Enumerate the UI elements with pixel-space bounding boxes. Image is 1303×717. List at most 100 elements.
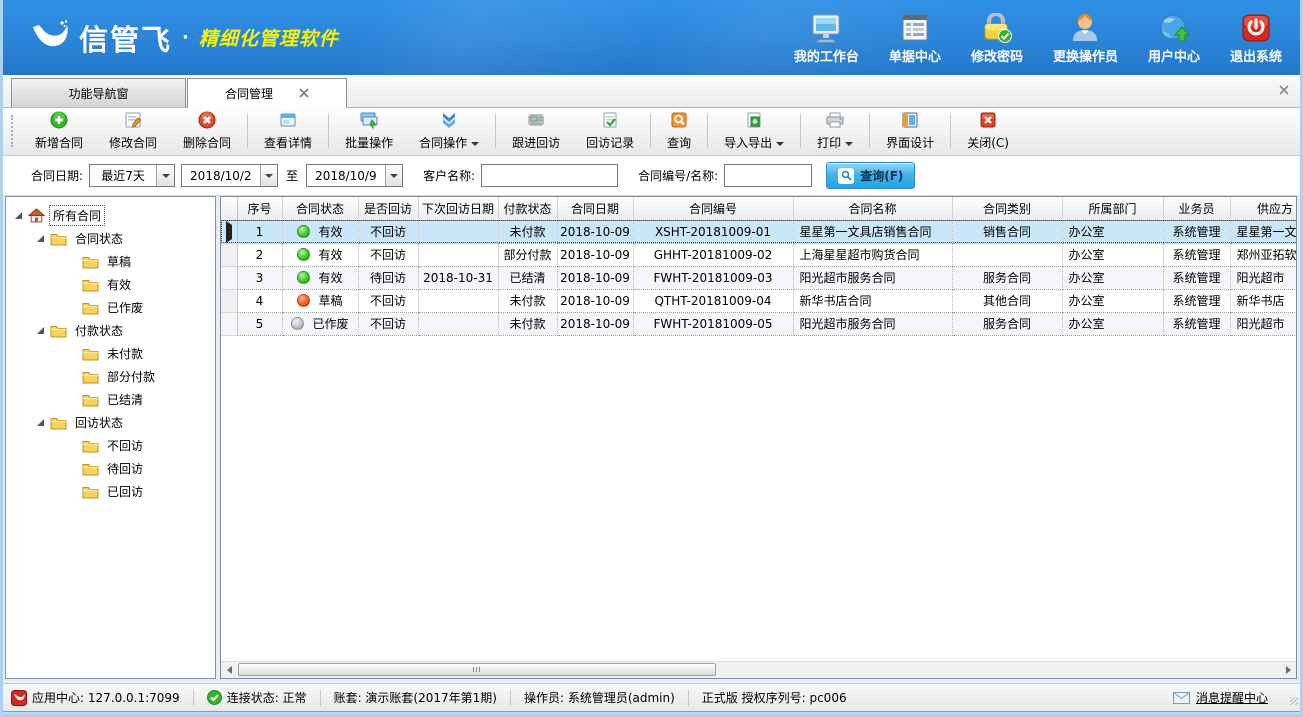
tree-group-contract-status[interactable]: 合同状态 <box>6 227 215 250</box>
resize-grip[interactable] <box>1290 697 1298 705</box>
col-contract-type[interactable]: 合同类别 <box>952 197 1062 220</box>
tree-item-voided[interactable]: 已作废 <box>6 296 215 319</box>
tree-item-pending-visit[interactable]: 待回访 <box>6 457 215 480</box>
scrollbar-thumb[interactable] <box>238 663 716 676</box>
nav-change-password[interactable]: 修改密码 <box>971 11 1023 65</box>
col-contract-status[interactable]: 合同状态 <box>282 197 358 220</box>
message-center[interactable]: 消息提醒中心 <box>1173 689 1294 706</box>
document-center-icon <box>899 11 931 43</box>
search-button[interactable]: 查询(F) <box>826 162 915 189</box>
nav-label: 更换操作员 <box>1053 46 1118 65</box>
tabstrip-close-icon[interactable] <box>1276 82 1292 98</box>
delete-contract-button[interactable]: 删除合同 <box>170 110 244 152</box>
tree-item-label: 已作废 <box>104 298 146 317</box>
batch-operation-button[interactable]: 批量操作 <box>332 110 406 152</box>
connection-text: 连接状态: 正常 <box>227 689 307 706</box>
date-range-preset-select[interactable]: 最近7天 <box>89 164 175 187</box>
nav-my-workbench[interactable]: 我的工作台 <box>794 11 859 65</box>
account-text: 账套: 演示账套(2017年第1期) <box>334 689 497 706</box>
exit-power-icon <box>1241 11 1271 43</box>
follow-up-visit-button[interactable]: 跟进回访 <box>499 110 573 152</box>
toolbar-separator <box>328 114 329 148</box>
current-row-arrow-icon <box>226 221 232 243</box>
ui-design-button[interactable]: 界面设计 <box>873 110 947 152</box>
toolbar-separator <box>950 114 951 148</box>
date-to-picker[interactable]: 2018/10/9 <box>306 164 403 187</box>
app-header: 信管飞 · 精细化管理软件 我的工作台 <box>3 0 1300 75</box>
tab-close-icon[interactable] <box>299 87 309 101</box>
tree-group-visit-status[interactable]: 回访状态 <box>6 411 215 434</box>
print-button[interactable]: 打印 <box>804 110 866 152</box>
tree-item-unpaid[interactable]: 未付款 <box>6 342 215 365</box>
tree-group-payment-status[interactable]: 付款状态 <box>6 319 215 342</box>
edit-contract-button[interactable]: 修改合同 <box>96 110 170 152</box>
col-visit[interactable]: 是否回访 <box>358 197 418 220</box>
tree-expander-icon[interactable] <box>36 234 45 243</box>
new-contract-button[interactable]: 新增合同 <box>22 110 96 152</box>
col-salesman[interactable]: 业务员 <box>1163 197 1230 220</box>
button-label: 查询 <box>667 134 691 151</box>
table-row[interactable]: 4 草稿 不回访 未付款 2018-10-09 QTHT-20181009-04… <box>221 289 1297 312</box>
user-center-globe-icon <box>1158 11 1190 43</box>
button-label: 查看详情 <box>264 134 312 151</box>
date-from-picker[interactable]: 2018/10/2 <box>181 164 278 187</box>
folder-icon <box>82 370 99 384</box>
contract-tree-panel: 所有合同 合同状态 草稿 有效 已作废 付款状态 <box>5 196 216 679</box>
chevron-down-icon <box>156 165 174 186</box>
tree-expander-icon[interactable] <box>14 211 23 220</box>
button-label: 跟进回访 <box>512 134 560 151</box>
contract-operations-button[interactable]: 合同操作 <box>406 110 492 152</box>
tab-label: 合同管理 <box>225 85 273 102</box>
close-button[interactable]: 关闭(C) <box>954 110 1022 152</box>
scroll-left-arrow[interactable] <box>221 662 237 678</box>
status-dot <box>291 317 304 330</box>
tree-item-all-contracts[interactable]: 所有合同 <box>6 204 215 227</box>
tree-item-settled[interactable]: 已结清 <box>6 388 215 411</box>
tab-function-nav[interactable]: 功能导航窗 <box>11 78 186 107</box>
col-next-visit-date[interactable]: 下次回访日期 <box>418 197 498 220</box>
double-chevron-down-icon <box>439 111 459 132</box>
dropdown-caret-icon <box>845 142 853 146</box>
toolbar-grip[interactable] <box>11 115 18 147</box>
status-dot <box>297 225 310 238</box>
table-row[interactable]: 2 有效 不回访 部分付款 2018-10-09 GHHT-20181009-0… <box>221 243 1297 266</box>
scroll-right-arrow[interactable] <box>1280 662 1296 678</box>
tab-contract-management[interactable]: 合同管理 <box>187 78 347 108</box>
col-contract-date[interactable]: 合同日期 <box>557 197 633 220</box>
query-button[interactable]: 查询 <box>654 110 704 152</box>
search-button-icon <box>838 168 854 184</box>
view-details-button[interactable]: 查看详情 <box>251 110 325 152</box>
row-selector-cell <box>221 312 237 335</box>
tree-item-label: 部分付款 <box>104 367 158 386</box>
col-seq[interactable]: 序号 <box>237 197 282 220</box>
nav-document-center[interactable]: 单据中心 <box>889 11 941 65</box>
table-row[interactable]: 1 有效 不回访 未付款 2018-10-09 XSHT-20181009-01… <box>221 220 1297 243</box>
table-row[interactable]: 3 有效 待回访 2018-10-31 已结清 2018-10-09 FWHT-… <box>221 266 1297 289</box>
tree-item-partial-paid[interactable]: 部分付款 <box>6 365 215 388</box>
message-center-link[interactable]: 消息提醒中心 <box>1196 689 1268 706</box>
tree-expander-icon[interactable] <box>36 326 45 335</box>
visit-record-button[interactable]: 回访记录 <box>573 110 647 152</box>
nav-switch-operator[interactable]: 更换操作员 <box>1053 11 1118 65</box>
table-row[interactable]: 5 已作废 不回访 未付款 2018-10-09 FWHT-20181009-0… <box>221 312 1297 335</box>
nav-exit-system[interactable]: 退出系统 <box>1230 11 1282 65</box>
tree-expander-icon[interactable] <box>36 418 45 427</box>
contract-code-input[interactable] <box>724 164 812 187</box>
tree-item-valid[interactable]: 有效 <box>6 273 215 296</box>
col-supplier[interactable]: 供应方 <box>1230 197 1297 220</box>
tree-item-draft[interactable]: 草稿 <box>6 250 215 273</box>
toolbar: 新增合同 修改合同 删除合同 查看详情 批量操作 合同操作 跟进回访 <box>3 108 1300 156</box>
col-payment-status[interactable]: 付款状态 <box>498 197 557 220</box>
import-export-button[interactable]: 导入导出 <box>711 110 797 152</box>
nav-user-center[interactable]: 用户中心 <box>1148 11 1200 65</box>
folder-icon <box>82 278 99 292</box>
horizontal-scrollbar[interactable] <box>221 661 1296 678</box>
tree-item-visited[interactable]: 已回访 <box>6 480 215 503</box>
app-window: 信管飞 · 精细化管理软件 我的工作台 <box>0 0 1303 717</box>
col-contract-code[interactable]: 合同编号 <box>633 197 793 220</box>
col-contract-name[interactable]: 合同名称 <box>793 197 952 220</box>
customer-name-input[interactable] <box>481 164 618 187</box>
folder-icon <box>50 324 67 338</box>
col-department[interactable]: 所属部门 <box>1062 197 1163 220</box>
tree-item-no-visit[interactable]: 不回访 <box>6 434 215 457</box>
